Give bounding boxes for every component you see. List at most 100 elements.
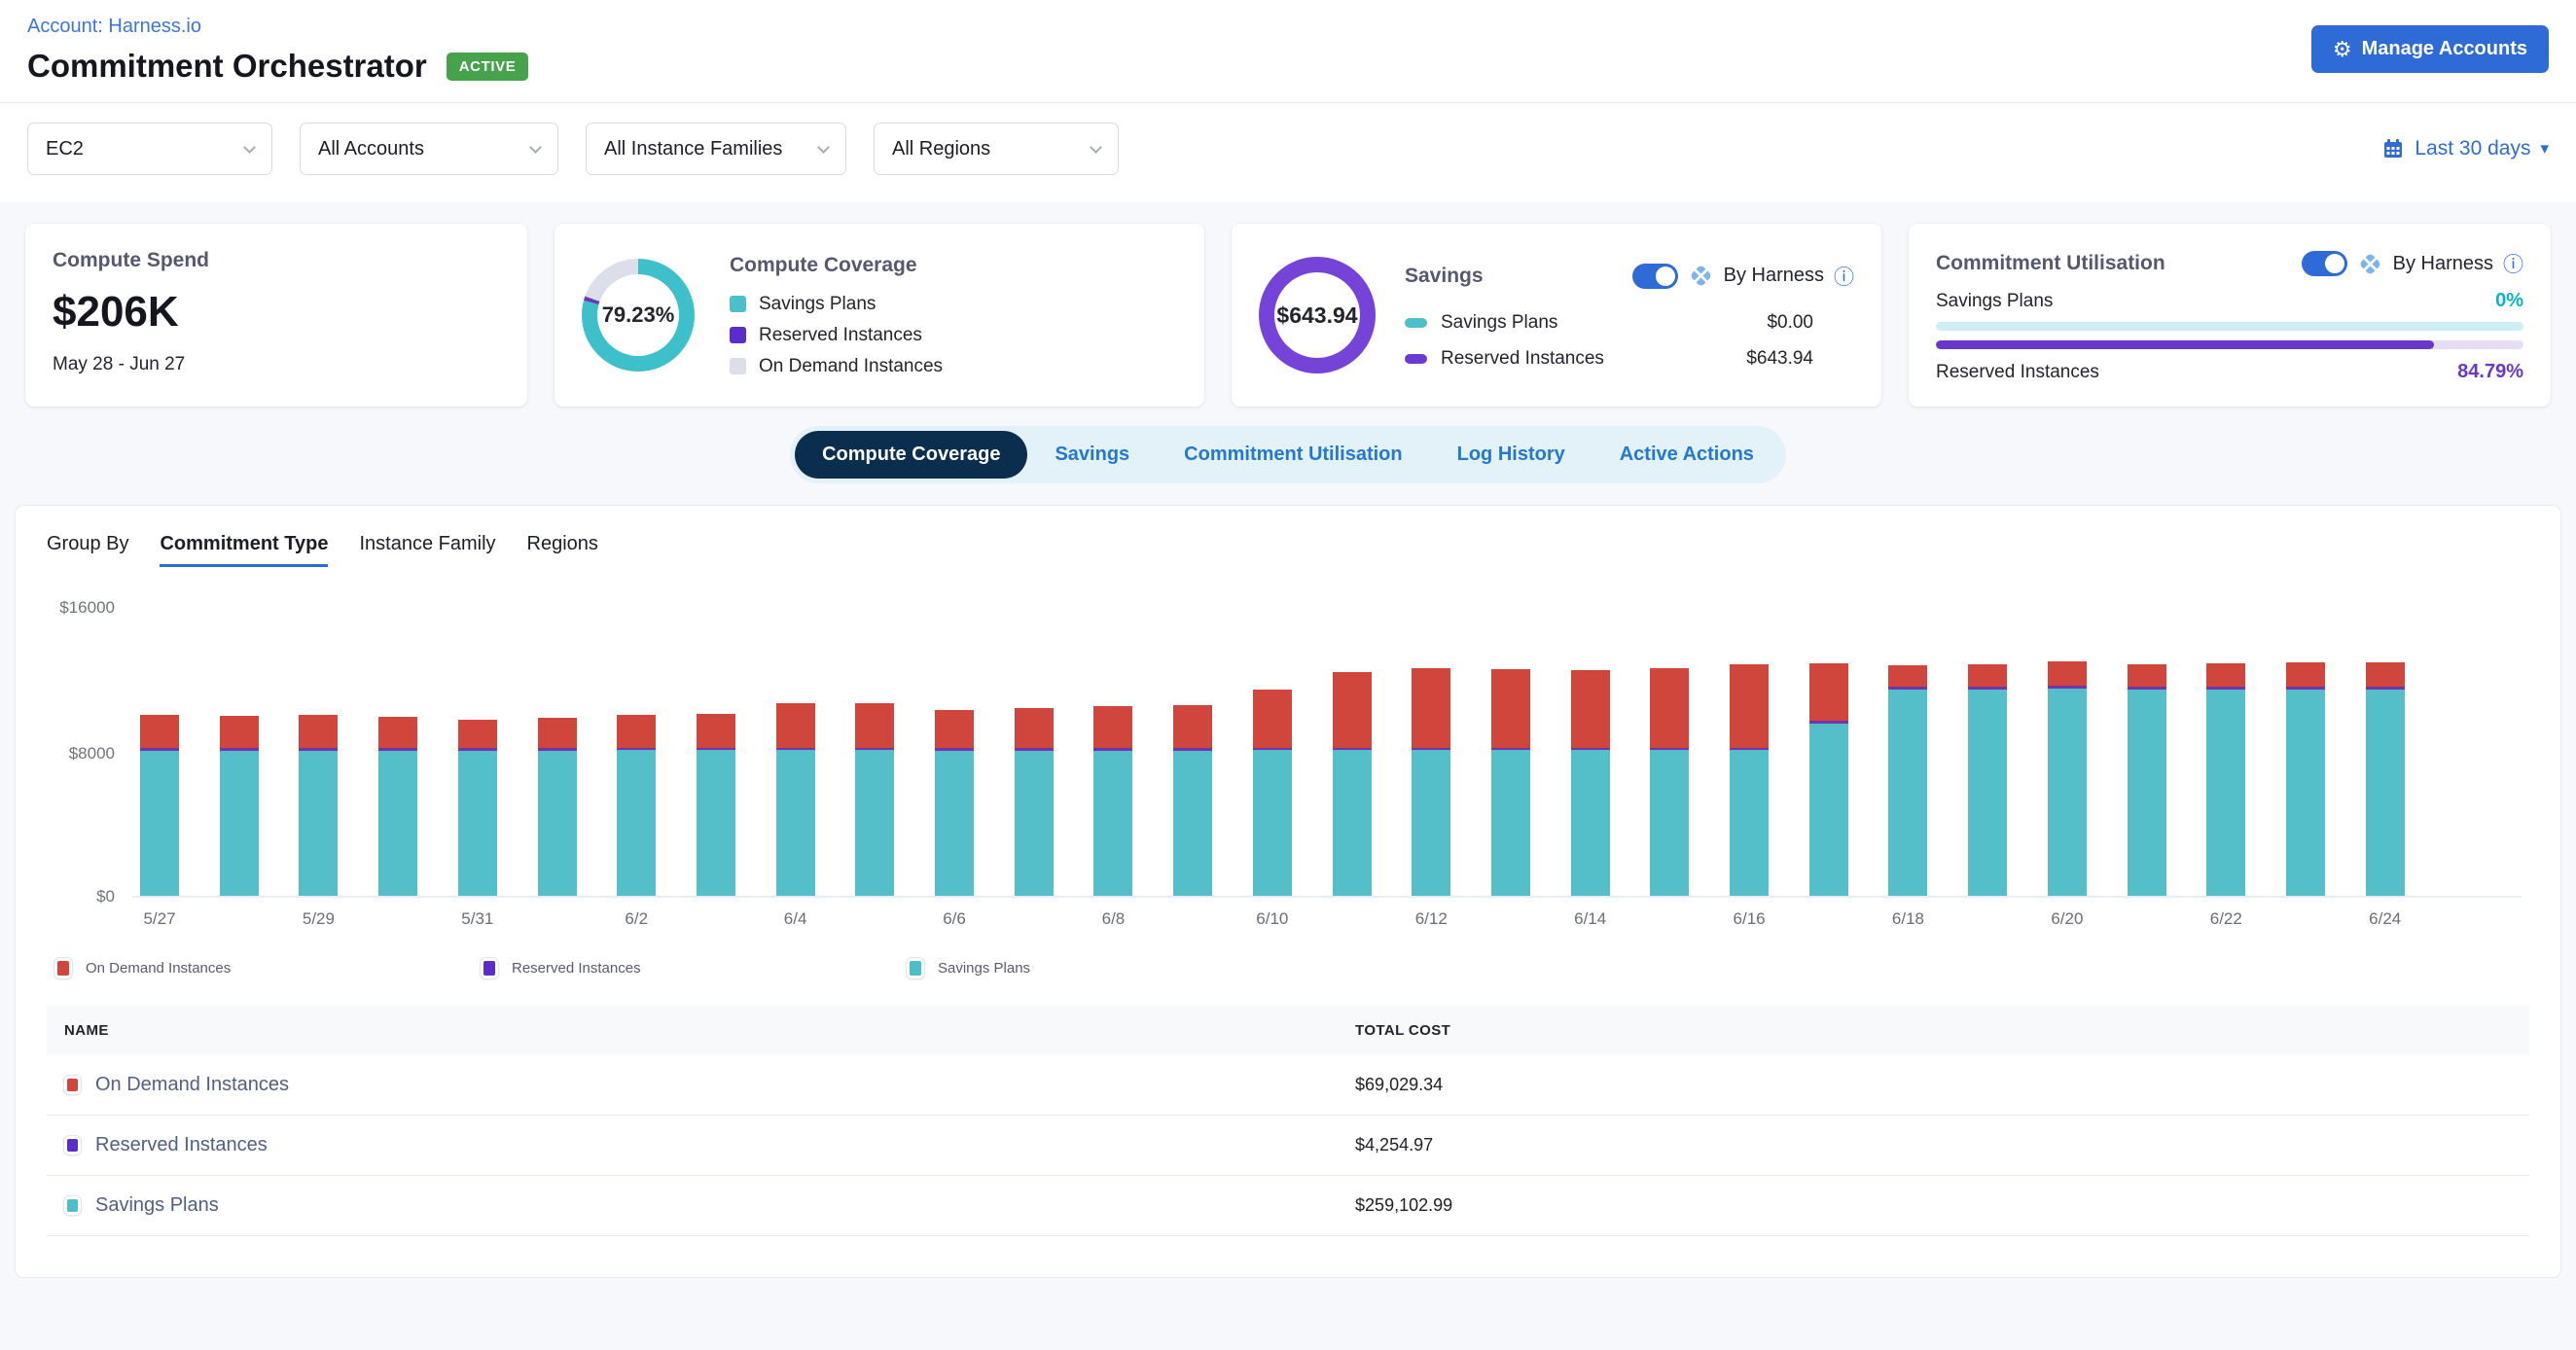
bar-segment-savings-plans [1888, 690, 1927, 896]
accounts-filter-dropdown[interactable]: All Accounts [300, 123, 558, 175]
bar-6-5[interactable] [855, 604, 894, 896]
bar-6-4[interactable] [776, 604, 815, 896]
service-filter-dropdown[interactable]: EC2 [27, 123, 272, 175]
chart-legend-label: Savings Plans [938, 960, 1030, 977]
table-cell-total-cost: $4,254.97 [1338, 1117, 2529, 1174]
bar-6-10[interactable] [1253, 604, 1292, 896]
chart-legend-label: Reserved Instances [512, 960, 641, 977]
x-tick-6-13 [1491, 909, 1530, 929]
legend-swatch-icon [64, 1196, 81, 1215]
summary-cards: Compute Spend $206K May 28 - Jun 27 79.2… [0, 202, 2576, 407]
table-row-name: Reserved Instances [95, 1134, 268, 1156]
utilisation-label-savings-plans: Savings Plans0% [1936, 290, 2523, 312]
table-cell-name: Savings Plans [47, 1176, 1338, 1235]
account-breadcrumb-link[interactable]: Account: Harness.io [27, 16, 2549, 38]
tab-commitment-utilisation[interactable]: Commitment Utilisation [1157, 431, 1429, 479]
utilisation-meter-fill [1936, 340, 2434, 349]
utilisation-meter-bar-reserved-instances [1936, 340, 2523, 349]
bar-segment-on-demand-instances [855, 703, 894, 747]
bar-segment-savings-plans [855, 750, 894, 896]
bar-6-7[interactable] [1015, 604, 1054, 896]
bar-5-28[interactable] [220, 604, 259, 896]
bar-segment-savings-plans [1253, 750, 1292, 896]
cost-table-header: NAME TOTAL COST [47, 1006, 2529, 1055]
gear-icon: ⚙ [2333, 39, 2352, 60]
utilisation-meter-label: Reserved Instances [1936, 362, 2099, 383]
group-by-option-regions[interactable]: Regions [527, 533, 598, 567]
bar-segment-on-demand-instances [140, 715, 179, 748]
by-harness-label: By Harness [2393, 253, 2493, 275]
bar-segment-savings-plans [1333, 750, 1372, 896]
by-harness-toggle[interactable] [2302, 251, 2347, 276]
chart-legend-item-savings-plans[interactable]: Savings Plans [907, 958, 1333, 978]
chart-legend-item-reserved-instances[interactable]: Reserved Instances [481, 958, 907, 978]
bar-6-11[interactable] [1333, 604, 1372, 896]
date-range-picker[interactable]: Last 30 days ▾ [2381, 137, 2549, 160]
legend-swatch-icon [481, 958, 498, 978]
calendar-icon [2381, 137, 2405, 160]
instance-families-filter-dropdown[interactable]: All Instance Families [586, 123, 846, 175]
bar-6-18[interactable] [1888, 604, 1927, 896]
bar-6-20[interactable] [2048, 604, 2087, 896]
tab-compute-coverage[interactable]: Compute Coverage [795, 431, 1027, 479]
bar-segment-on-demand-instances [2366, 662, 2405, 687]
tab-log-history[interactable]: Log History [1430, 431, 1592, 479]
table-cell-name: Reserved Instances [47, 1116, 1338, 1175]
regions-filter-dropdown[interactable]: All Regions [874, 123, 1119, 175]
bar-segment-savings-plans [2206, 690, 2245, 896]
bar-6-23[interactable] [2286, 604, 2325, 896]
bar-segment-on-demand-instances [458, 720, 497, 748]
by-harness-toggle[interactable] [1632, 264, 1678, 289]
tab-savings[interactable]: Savings [1027, 431, 1157, 479]
bar-segment-savings-plans [378, 751, 417, 896]
bar-6-16[interactable] [1730, 604, 1769, 896]
legend-swatch-icon [730, 327, 746, 343]
legend-swatch-icon [730, 358, 746, 374]
legend-pill-icon [1405, 354, 1427, 364]
bar-6-12[interactable] [1412, 604, 1450, 896]
x-tick-6-20: 6/20 [2048, 909, 2087, 929]
bar-6-15[interactable] [1650, 604, 1689, 896]
bar-6-8[interactable] [1093, 604, 1132, 896]
chevron-down-icon [243, 141, 256, 154]
info-icon[interactable]: ⓘ [1834, 262, 1854, 291]
compute-spend-title: Compute Spend [53, 249, 500, 272]
bar-6-6[interactable] [935, 604, 974, 896]
utilisation-meter-label: Savings Plans [1936, 291, 2053, 312]
chart-legend-item-on-demand-instances[interactable]: On Demand Instances [54, 958, 481, 978]
x-tick-6-24: 6/24 [2366, 909, 2405, 929]
bar-6-2[interactable] [617, 604, 656, 896]
manage-accounts-button[interactable]: ⚙ Manage Accounts [2311, 25, 2549, 73]
savings-title: Savings [1405, 265, 1484, 288]
table-row-cost: $259,102.99 [1355, 1195, 2512, 1216]
bar-segment-savings-plans [220, 751, 259, 896]
bar-6-22[interactable] [2206, 604, 2245, 896]
bar-5-27[interactable] [140, 604, 179, 896]
bar-segment-savings-plans [1491, 750, 1530, 896]
bar-5-31[interactable] [458, 604, 497, 896]
bar-5-29[interactable] [299, 604, 338, 896]
bar-segment-savings-plans [1571, 750, 1610, 896]
bar-5-30[interactable] [378, 604, 417, 896]
tab-active-actions[interactable]: Active Actions [1592, 431, 1781, 479]
bar-6-21[interactable] [2128, 604, 2166, 896]
bar-6-1[interactable] [538, 604, 577, 896]
bar-6-3[interactable] [697, 604, 735, 896]
group-by-option-commitment-type[interactable]: Commitment Type [160, 533, 328, 567]
bar-segment-on-demand-instances [1491, 669, 1530, 748]
compute-coverage-card: 79.23% Compute Coverage Savings PlansRes… [555, 224, 1204, 407]
compute-spend-card: Compute Spend $206K May 28 - Jun 27 [25, 224, 527, 407]
coverage-legend-label: Savings Plans [759, 294, 876, 315]
column-header-total-cost: TOTAL COST [1338, 1006, 2529, 1055]
bar-6-17[interactable] [1809, 604, 1848, 896]
bar-6-13[interactable] [1491, 604, 1530, 896]
bar-6-14[interactable] [1571, 604, 1610, 896]
group-by-option-instance-family[interactable]: Instance Family [359, 533, 495, 567]
bar-6-9[interactable] [1173, 604, 1212, 896]
coverage-legend-label: On Demand Instances [759, 356, 943, 377]
info-icon[interactable]: ⓘ [2503, 249, 2523, 278]
instance-families-filter-value: All Instance Families [604, 138, 782, 160]
x-tick-6-23 [2286, 909, 2325, 929]
bar-6-19[interactable] [1968, 604, 2007, 896]
bar-6-24[interactable] [2366, 604, 2405, 896]
